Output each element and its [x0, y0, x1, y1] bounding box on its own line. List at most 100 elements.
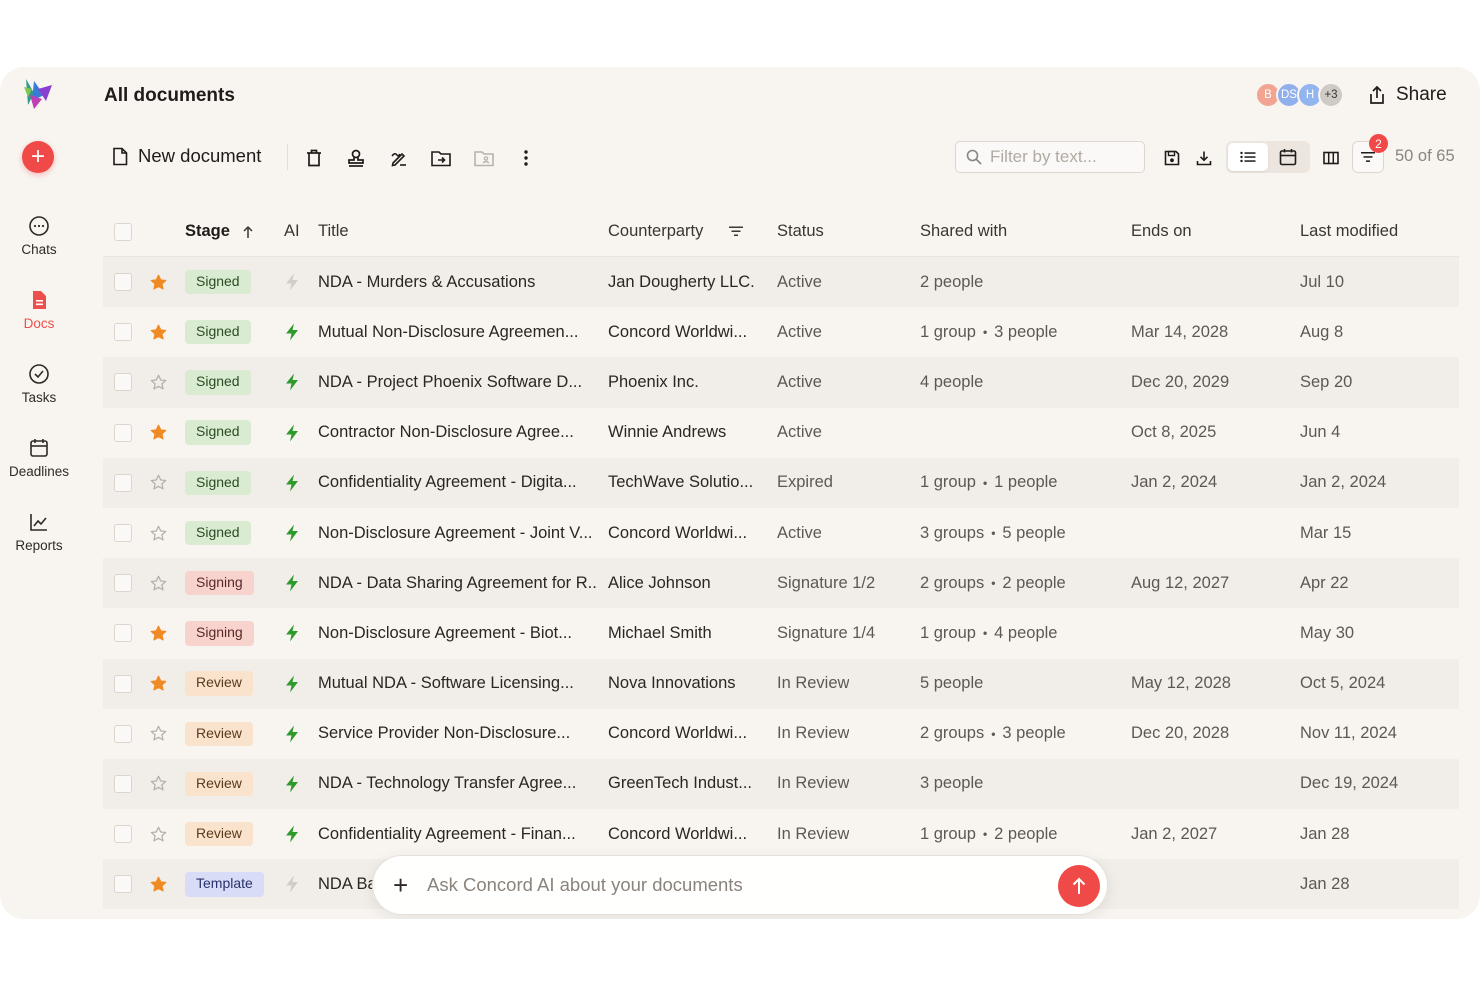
- column-ai[interactable]: AI: [284, 207, 300, 256]
- table-row[interactable]: Review Mutual NDA - Software Licensing...…: [103, 658, 1459, 709]
- table-row[interactable]: Review NDA - Technology Transfer Agree...…: [103, 758, 1459, 810]
- document-title-link[interactable]: NDA - Data Sharing Agreement for R...: [318, 558, 598, 608]
- save-view-button[interactable]: [1161, 147, 1183, 169]
- star-button[interactable]: [150, 709, 167, 759]
- sidebar-item-reports[interactable]: Reports: [0, 511, 78, 553]
- star-button[interactable]: [150, 558, 167, 608]
- table-row[interactable]: Signed Non-Disclosure Agreement - Joint V…: [103, 508, 1459, 558]
- attach-plus-button[interactable]: +: [393, 870, 408, 900]
- document-title-link[interactable]: Mutual NDA - Software Licensing...: [318, 659, 574, 709]
- column-status[interactable]: Status: [777, 207, 824, 256]
- share-button[interactable]: Share: [1368, 84, 1447, 106]
- shared-part: 2 people: [1002, 573, 1066, 592]
- more-options-button[interactable]: [515, 147, 537, 169]
- new-document-button[interactable]: New document: [112, 145, 261, 167]
- table-row[interactable]: Review Confidentiality Agreement - Finan.…: [103, 809, 1459, 859]
- document-title-link[interactable]: Mutual Non-Disclosure Agreemen...: [318, 307, 578, 357]
- column-counterparty[interactable]: Counterparty: [608, 207, 744, 256]
- list-view-button[interactable]: [1228, 143, 1268, 171]
- table-row[interactable]: Signing Non-Disclosure Agreement - Biot..…: [103, 608, 1459, 658]
- separator-dot: •: [982, 827, 988, 842]
- star-button[interactable]: [150, 659, 167, 709]
- row-checkbox[interactable]: [114, 624, 132, 643]
- column-ends-on[interactable]: Ends on: [1131, 207, 1192, 256]
- star-button[interactable]: [150, 307, 167, 357]
- document-title-link[interactable]: Service Provider Non-Disclosure...: [318, 709, 570, 759]
- ends-on: Dec 20, 2028: [1131, 724, 1230, 743]
- lightning-bolt-icon: [286, 373, 298, 391]
- document-title-link[interactable]: Contractor Non-Disclosure Agree...: [318, 408, 574, 458]
- table-row[interactable]: Signed Contractor Non-Disclosure Agree...…: [103, 408, 1459, 458]
- row-checkbox[interactable]: [114, 774, 132, 793]
- list-icon: [1240, 151, 1256, 163]
- row-checkbox[interactable]: [114, 273, 132, 292]
- document-title-link[interactable]: NDA - Murders & Accusations: [318, 257, 535, 307]
- table-row[interactable]: Signed NDA - Murders & Accusations Jan Dou…: [103, 257, 1459, 308]
- shared-avatars[interactable]: B DS H +3: [1255, 82, 1344, 108]
- star-button[interactable]: [150, 458, 167, 508]
- sidebar-item-docs[interactable]: Docs: [0, 289, 78, 331]
- sign-button[interactable]: [388, 147, 410, 169]
- move-to-folder-button[interactable]: [430, 147, 452, 169]
- signature-pen-icon: [391, 152, 406, 167]
- shared-folder-button[interactable]: [473, 147, 495, 169]
- lightning-bolt-icon: [286, 775, 298, 793]
- row-checkbox[interactable]: [114, 674, 132, 693]
- row-checkbox[interactable]: [114, 724, 132, 743]
- sidebar-item-deadlines[interactable]: Deadlines: [0, 437, 78, 479]
- row-checkbox[interactable]: [114, 574, 132, 593]
- document-title-link[interactable]: Confidentiality Agreement - Finan...: [318, 809, 576, 859]
- document-title-link[interactable]: NDA - Technology Transfer Agree...: [318, 759, 576, 809]
- send-button[interactable]: [1058, 865, 1100, 907]
- document-title-link[interactable]: NDA - Project Phoenix Software D...: [318, 357, 582, 407]
- table-row[interactable]: Signed Mutual Non-Disclosure Agreemen... C…: [103, 307, 1459, 357]
- row-checkbox[interactable]: [114, 423, 132, 442]
- shared-part: 5 people: [920, 674, 984, 693]
- avatar-more[interactable]: +3: [1318, 82, 1344, 108]
- new-item-button[interactable]: +: [22, 141, 54, 173]
- star-button[interactable]: [150, 357, 167, 407]
- delete-button[interactable]: [303, 147, 325, 169]
- column-filter-icon[interactable]: [729, 226, 744, 237]
- star-button[interactable]: [150, 508, 167, 558]
- sidebar-item-tasks[interactable]: Tasks: [0, 363, 78, 405]
- table-row[interactable]: Signed NDA - Project Phoenix Software D..…: [103, 357, 1459, 408]
- document-title-link[interactable]: NDA Ba: [318, 859, 377, 909]
- filter-input[interactable]: Filter by text...: [955, 141, 1145, 173]
- table-row[interactable]: Review Service Provider Non-Disclosure...…: [103, 709, 1459, 759]
- plus-icon: +: [30, 143, 45, 170]
- assign-owner-button[interactable]: [345, 147, 367, 169]
- star-button[interactable]: [150, 859, 167, 909]
- column-last-modified[interactable]: Last modified: [1300, 207, 1398, 256]
- star-button[interactable]: [150, 257, 167, 307]
- row-checkbox[interactable]: [114, 473, 132, 492]
- calendar-view-button[interactable]: [1268, 143, 1308, 171]
- column-title[interactable]: Title: [318, 207, 349, 256]
- status: Active: [777, 322, 822, 341]
- columns-button[interactable]: [1320, 147, 1342, 169]
- star-button[interactable]: [150, 408, 167, 458]
- sidebar-item-chats[interactable]: Chats: [0, 215, 78, 257]
- select-all-checkbox[interactable]: [114, 222, 132, 241]
- counterparty: Michael Smith: [608, 623, 712, 642]
- ai-status: [285, 408, 299, 458]
- row-checkbox[interactable]: [114, 524, 132, 543]
- row-checkbox[interactable]: [114, 825, 132, 844]
- document-title-link[interactable]: Confidentiality Agreement - Digita...: [318, 458, 577, 508]
- download-button[interactable]: [1193, 147, 1215, 169]
- last-modified: Apr 22: [1300, 573, 1349, 592]
- row-checkbox[interactable]: [114, 323, 132, 342]
- row-checkbox[interactable]: [114, 875, 132, 894]
- star-button[interactable]: [150, 608, 167, 658]
- document-title-link[interactable]: Non-Disclosure Agreement - Biot...: [318, 608, 572, 658]
- star-button[interactable]: [150, 809, 167, 859]
- column-stage[interactable]: Stage: [185, 207, 254, 256]
- document-title-link[interactable]: Non-Disclosure Agreement - Joint V...: [318, 508, 593, 558]
- star-button[interactable]: [150, 759, 167, 809]
- ask-ai-input[interactable]: Ask Concord AI about your documents: [427, 874, 743, 896]
- column-shared-with[interactable]: Shared with: [920, 207, 1007, 256]
- table-row[interactable]: Signing NDA - Data Sharing Agreement for …: [103, 558, 1459, 609]
- table-row[interactable]: Signed Confidentiality Agreement - Digita…: [103, 457, 1459, 508]
- ask-ai-bar[interactable]: + Ask Concord AI about your documents: [372, 855, 1108, 915]
- row-checkbox[interactable]: [114, 373, 132, 392]
